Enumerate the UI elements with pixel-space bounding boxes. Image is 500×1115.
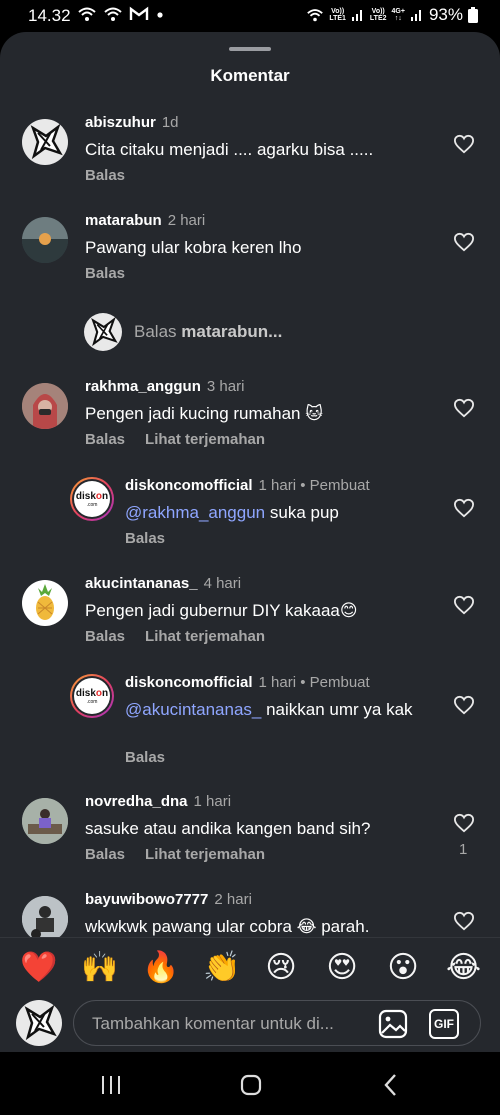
avatar (84, 313, 122, 351)
system-nav-bar (0, 1052, 500, 1115)
avatar[interactable] (22, 217, 68, 263)
wifi-call-icon (78, 7, 96, 21)
comment-input[interactable]: Tambahkan komentar untuk di... GIF (73, 1000, 481, 1046)
home-icon[interactable] (239, 1073, 263, 1097)
notification-dot-icon (157, 12, 163, 18)
avatar[interactable]: diskon .com (70, 477, 114, 521)
avatar[interactable]: diskon .com (70, 674, 114, 718)
brand-logo: diskon (75, 491, 109, 502)
comment-username[interactable]: diskoncomofficial 1 hari • Pembuat (125, 477, 370, 494)
creator-badge: • Pembuat (300, 477, 370, 494)
avatar (16, 1000, 62, 1046)
reply-prompt[interactable]: Balas matarabun... (84, 313, 282, 351)
comment-username[interactable]: bayuwibowo7777 2 hari (85, 891, 252, 908)
like-heart-icon[interactable] (453, 595, 475, 615)
comment-username[interactable]: diskoncomofficial 1 hari • Pembuat (125, 674, 370, 691)
translate-button[interactable]: Lihat terjemahan (145, 431, 265, 448)
creator-badge: • Pembuat (300, 674, 370, 691)
comment-username[interactable]: rakhma_anggun 3 hari (85, 378, 244, 395)
translate-button[interactable]: Lihat terjemahan (145, 846, 265, 863)
battery-percent: 93% (428, 5, 463, 24)
comment-text: wkwkwk pawang ular cobra 😂 parah. (85, 917, 370, 936)
avatar[interactable] (22, 798, 68, 844)
comment-text: @akucintananas_ naikkan umr ya kak (125, 700, 413, 719)
network-label: 4G+ ↑↓ (391, 8, 405, 22)
reply-button[interactable]: Balas (125, 749, 165, 766)
emoji-clap[interactable]: 👏 (203, 951, 240, 985)
comment-text: Pawang ular kobra keren lho (85, 238, 302, 257)
like-heart-icon[interactable] (453, 695, 475, 715)
signal-icon (351, 10, 362, 21)
emoji-raised-hands[interactable]: 🙌 (81, 951, 118, 985)
avatar[interactable] (22, 119, 68, 165)
wifi-icon (307, 9, 324, 22)
emoji-quick-bar: ❤️ 🙌 🔥 👏 😢 😍 😮 😂 (0, 937, 500, 997)
comment-username[interactable]: matarabun 2 hari (85, 212, 205, 229)
reply-button[interactable]: Balas (85, 265, 125, 282)
like-heart-icon[interactable] (453, 911, 475, 931)
back-icon[interactable] (381, 1073, 401, 1097)
emoji-heart-eyes[interactable]: 😍 (325, 951, 359, 985)
comment-composer: Tambahkan komentar untuk di... GIF (0, 997, 500, 1052)
drag-handle[interactable] (229, 47, 271, 51)
sim2-label: Vo)) LTE2 (369, 8, 387, 22)
comment-item: bayuwibowo7777 2 hari wkwkwk pawang ular … (0, 891, 500, 937)
comment-text: @rakhma_anggun suka pup (125, 503, 339, 522)
like-count: 1 (459, 841, 468, 858)
emoji-surprised[interactable]: 😮 (386, 951, 420, 985)
sim1-label: Vo)) LTE1 (329, 8, 346, 22)
brand-logo: diskon (75, 688, 109, 699)
emoji-fire[interactable]: 🔥 (142, 951, 179, 985)
comment-text: Pengen jadi kucing rumahan 🐱 (85, 404, 323, 423)
reply-button[interactable]: Balas (85, 167, 125, 184)
avatar[interactable] (22, 580, 68, 626)
emoji-crying[interactable]: 😢 (264, 951, 298, 985)
like-heart-icon[interactable] (453, 398, 475, 418)
reply-prompt-text: Balas matarabun... (134, 322, 283, 341)
signal-icon (410, 10, 421, 21)
reply-button[interactable]: Balas (125, 530, 165, 547)
comment-username[interactable]: novredha_dna 1 hari (85, 793, 231, 810)
image-icon[interactable] (378, 1009, 408, 1039)
like-heart-icon[interactable] (453, 232, 475, 252)
comment-input-placeholder: Tambahkan komentar untuk di... (92, 1014, 334, 1033)
avatar[interactable] (22, 896, 68, 937)
comment-text: Cita citaku menjadi .... agarku bisa ...… (85, 140, 374, 159)
like-heart-icon[interactable] (453, 134, 475, 154)
sheet-title: Komentar (210, 66, 290, 85)
wifi-icon (104, 7, 122, 21)
status-bar: 14.32 Vo)) LTE1 Vo)) LTE2 4G+ ↑↓ 93% (0, 0, 500, 32)
gmail-icon (129, 6, 149, 20)
comments-sheet: Komentar abiszuhur 1d Cita citaku menjadi… (0, 32, 500, 1052)
reply-button[interactable]: Balas (85, 431, 125, 448)
emoji-laughing[interactable]: 😂 (446, 951, 481, 985)
translate-button[interactable]: Lihat terjemahan (145, 628, 265, 645)
reply-button[interactable]: Balas (85, 628, 125, 645)
mention-link[interactable]: @rakhma_anggun (125, 503, 265, 522)
battery-icon (468, 7, 478, 23)
status-time: 14.32 (28, 6, 71, 25)
recent-apps-icon[interactable] (100, 1074, 122, 1096)
like-heart-icon[interactable] (453, 498, 475, 518)
comment-username[interactable]: abiszuhur 1d (85, 114, 179, 131)
comment-username[interactable]: akucintananas_ 4 hari (85, 575, 241, 592)
gif-button[interactable]: GIF (429, 1009, 459, 1039)
mention-link[interactable]: @akucintananas_ (125, 700, 261, 719)
reply-button[interactable]: Balas (85, 846, 125, 863)
like-heart-icon[interactable] (453, 813, 475, 833)
emoji-heart[interactable]: ❤️ (20, 951, 57, 985)
avatar[interactable] (22, 383, 68, 429)
comment-text: Pengen jadi gubernur DIY kakaaa😊 (85, 601, 358, 620)
comment-text: sasuke atau andika kangen band sih? (85, 819, 371, 838)
